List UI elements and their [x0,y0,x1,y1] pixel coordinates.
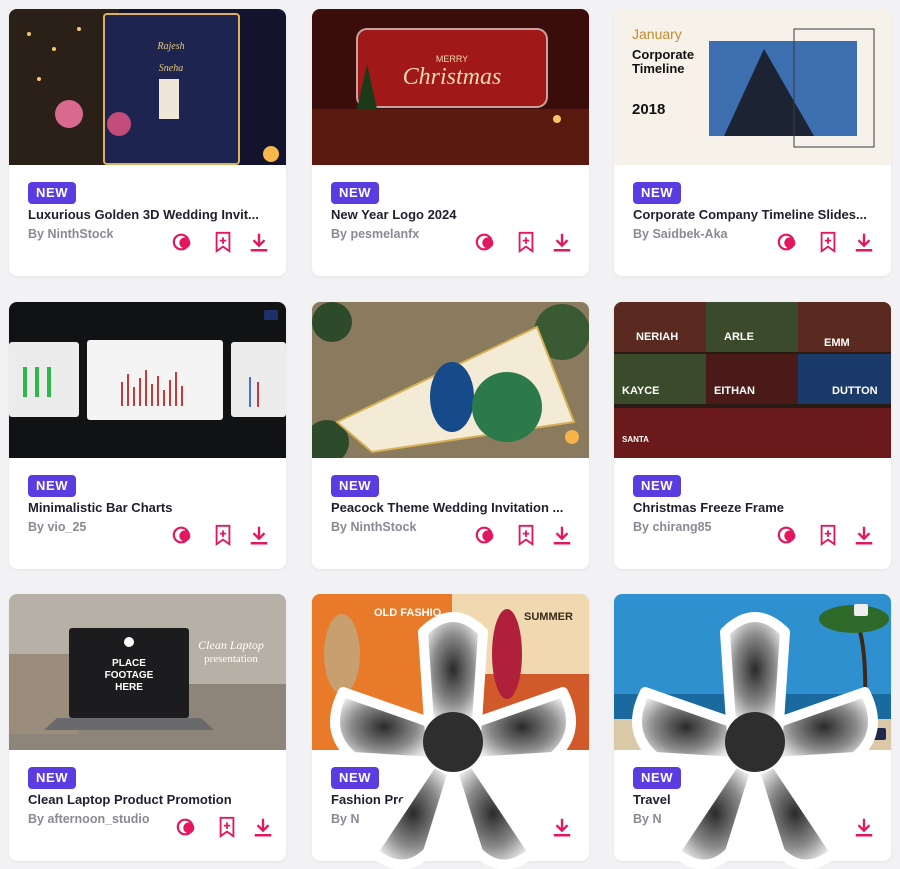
thumb-text: FOOTAGE [105,670,154,681]
card-thumbnail[interactable]: OLD FASHIO SUMMER [312,594,589,750]
preview-icon[interactable] [171,230,195,254]
download-icon[interactable] [251,815,275,839]
card-thumbnail[interactable]: January Corporate Timeline 2018 [614,9,891,165]
template-card[interactable]: NEW Peacock Theme Wedding Invitation ...… [312,302,589,569]
card-title[interactable]: Minimalistic Bar Charts [28,500,273,515]
thumb-text: Clean Laptop [198,638,264,652]
thumb-text: Timeline [632,61,685,76]
template-card[interactable]: MERRY Christmas NEW New Year Logo 2024 B… [312,9,589,276]
card-thumbnail[interactable] [312,302,589,458]
template-card[interactable]: Rajesh Sneha NEW Luxurious Golden 3D Wed… [9,9,286,276]
thumb-text: PLACE [112,658,146,669]
template-card[interactable]: NEW Minimalistic Bar Charts By vio_25 [9,302,286,569]
card-thumbnail[interactable]: PLACE FOOTAGE HERE Clean Laptop presenta… [9,594,286,750]
new-badge: NEW [28,182,77,204]
preview-icon[interactable] [776,523,800,547]
card-thumbnail[interactable]: MERRY Christmas [312,9,589,165]
template-card[interactable]: PLACE FOOTAGE HERE Clean Laptop presenta… [9,594,286,861]
card-author[interactable]: By N [633,812,661,826]
bookmark-add-icon[interactable] [514,523,538,547]
new-badge: NEW [633,475,682,497]
download-icon[interactable] [852,230,876,254]
download-icon[interactable] [550,230,574,254]
card-thumbnail[interactable] [9,302,286,458]
thumb-text: SANTA [622,435,649,444]
card-author[interactable]: By NinthStock [28,227,113,241]
card-title[interactable]: Travel [633,792,878,807]
card-thumbnail[interactable]: NERIAH ARLE EMM KAYCE EITHAN DUTTON SANT… [614,302,891,458]
bookmark-add-icon[interactable] [816,230,840,254]
thumb-text: 2018 [632,101,665,118]
card-title[interactable]: Peacock Theme Wedding Invitation ... [331,500,576,515]
new-badge: NEW [28,475,77,497]
thumb-text: KAYCE [622,385,660,397]
template-card[interactable]: NEW Travel By N [614,594,891,861]
card-author[interactable]: By NinthStock [331,520,416,534]
template-card[interactable]: OLD FASHIO SUMMER NEW Fashion Promo By N [312,594,589,861]
bookmark-add-icon[interactable] [215,815,239,839]
bookmark-add-icon[interactable] [514,230,538,254]
card-title[interactable]: Clean Laptop Product Promotion [28,792,273,807]
download-icon[interactable] [852,523,876,547]
template-card[interactable]: January Corporate Timeline 2018 NEW Corp… [614,9,891,276]
preview-icon[interactable] [175,815,199,839]
svg-text:Sneha: Sneha [159,63,183,74]
thumb-text: HERE [115,682,143,693]
bookmark-add-icon[interactable] [816,523,840,547]
thumb-text: January [632,26,682,42]
preview-icon[interactable] [474,230,498,254]
thumb-text: EMM [824,337,850,349]
card-author[interactable]: By N [331,812,359,826]
thumb-text: EITHAN [714,385,755,397]
thumb-text: Corporate [632,47,694,62]
download-icon[interactable] [852,815,876,839]
thumb-text: OLD FASHIO [374,607,442,619]
thumb-text: NERIAH [636,331,678,343]
preview-icon[interactable] [776,230,800,254]
svg-text:Rajesh: Rajesh [156,41,184,52]
new-badge: NEW [331,475,380,497]
card-author[interactable]: By Saidbek-Aka [633,227,727,241]
bookmark-add-icon[interactable] [211,230,235,254]
card-thumbnail[interactable] [614,594,891,750]
card-title[interactable]: Luxurious Golden 3D Wedding Invit... [28,207,273,222]
thumb-text: SUMMER [524,611,573,623]
card-title[interactable]: Christmas Freeze Frame [633,500,878,515]
card-title[interactable]: Corporate Company Timeline Slides... [633,207,878,222]
thumb-text: presentation [204,653,258,665]
new-badge: NEW [633,182,682,204]
card-title[interactable]: Fashion Promo [331,792,576,807]
card-author[interactable]: By pesmelanfx [331,227,419,241]
preview-icon[interactable] [171,523,195,547]
download-icon[interactable] [247,523,271,547]
thumb-text: ARLE [724,331,754,343]
template-card[interactable]: NERIAH ARLE EMM KAYCE EITHAN DUTTON SANT… [614,302,891,569]
download-icon[interactable] [550,523,574,547]
thumb-text: Christmas [403,64,502,90]
download-icon[interactable] [247,230,271,254]
card-thumbnail[interactable]: Rajesh Sneha [9,9,286,165]
new-badge: NEW [331,767,380,789]
card-author[interactable]: By vio_25 [28,520,86,534]
thumb-text: MERRY [436,54,468,64]
card-title[interactable]: New Year Logo 2024 [331,207,576,222]
card-author[interactable]: By chirang85 [633,520,712,534]
thumb-text: DUTTON [832,385,878,397]
new-badge: NEW [331,182,380,204]
preview-icon[interactable] [474,523,498,547]
download-icon[interactable] [550,815,574,839]
new-badge: NEW [28,767,77,789]
card-author[interactable]: By afternoon_studio [28,812,150,826]
new-badge: NEW [633,767,682,789]
bookmark-add-icon[interactable] [211,523,235,547]
